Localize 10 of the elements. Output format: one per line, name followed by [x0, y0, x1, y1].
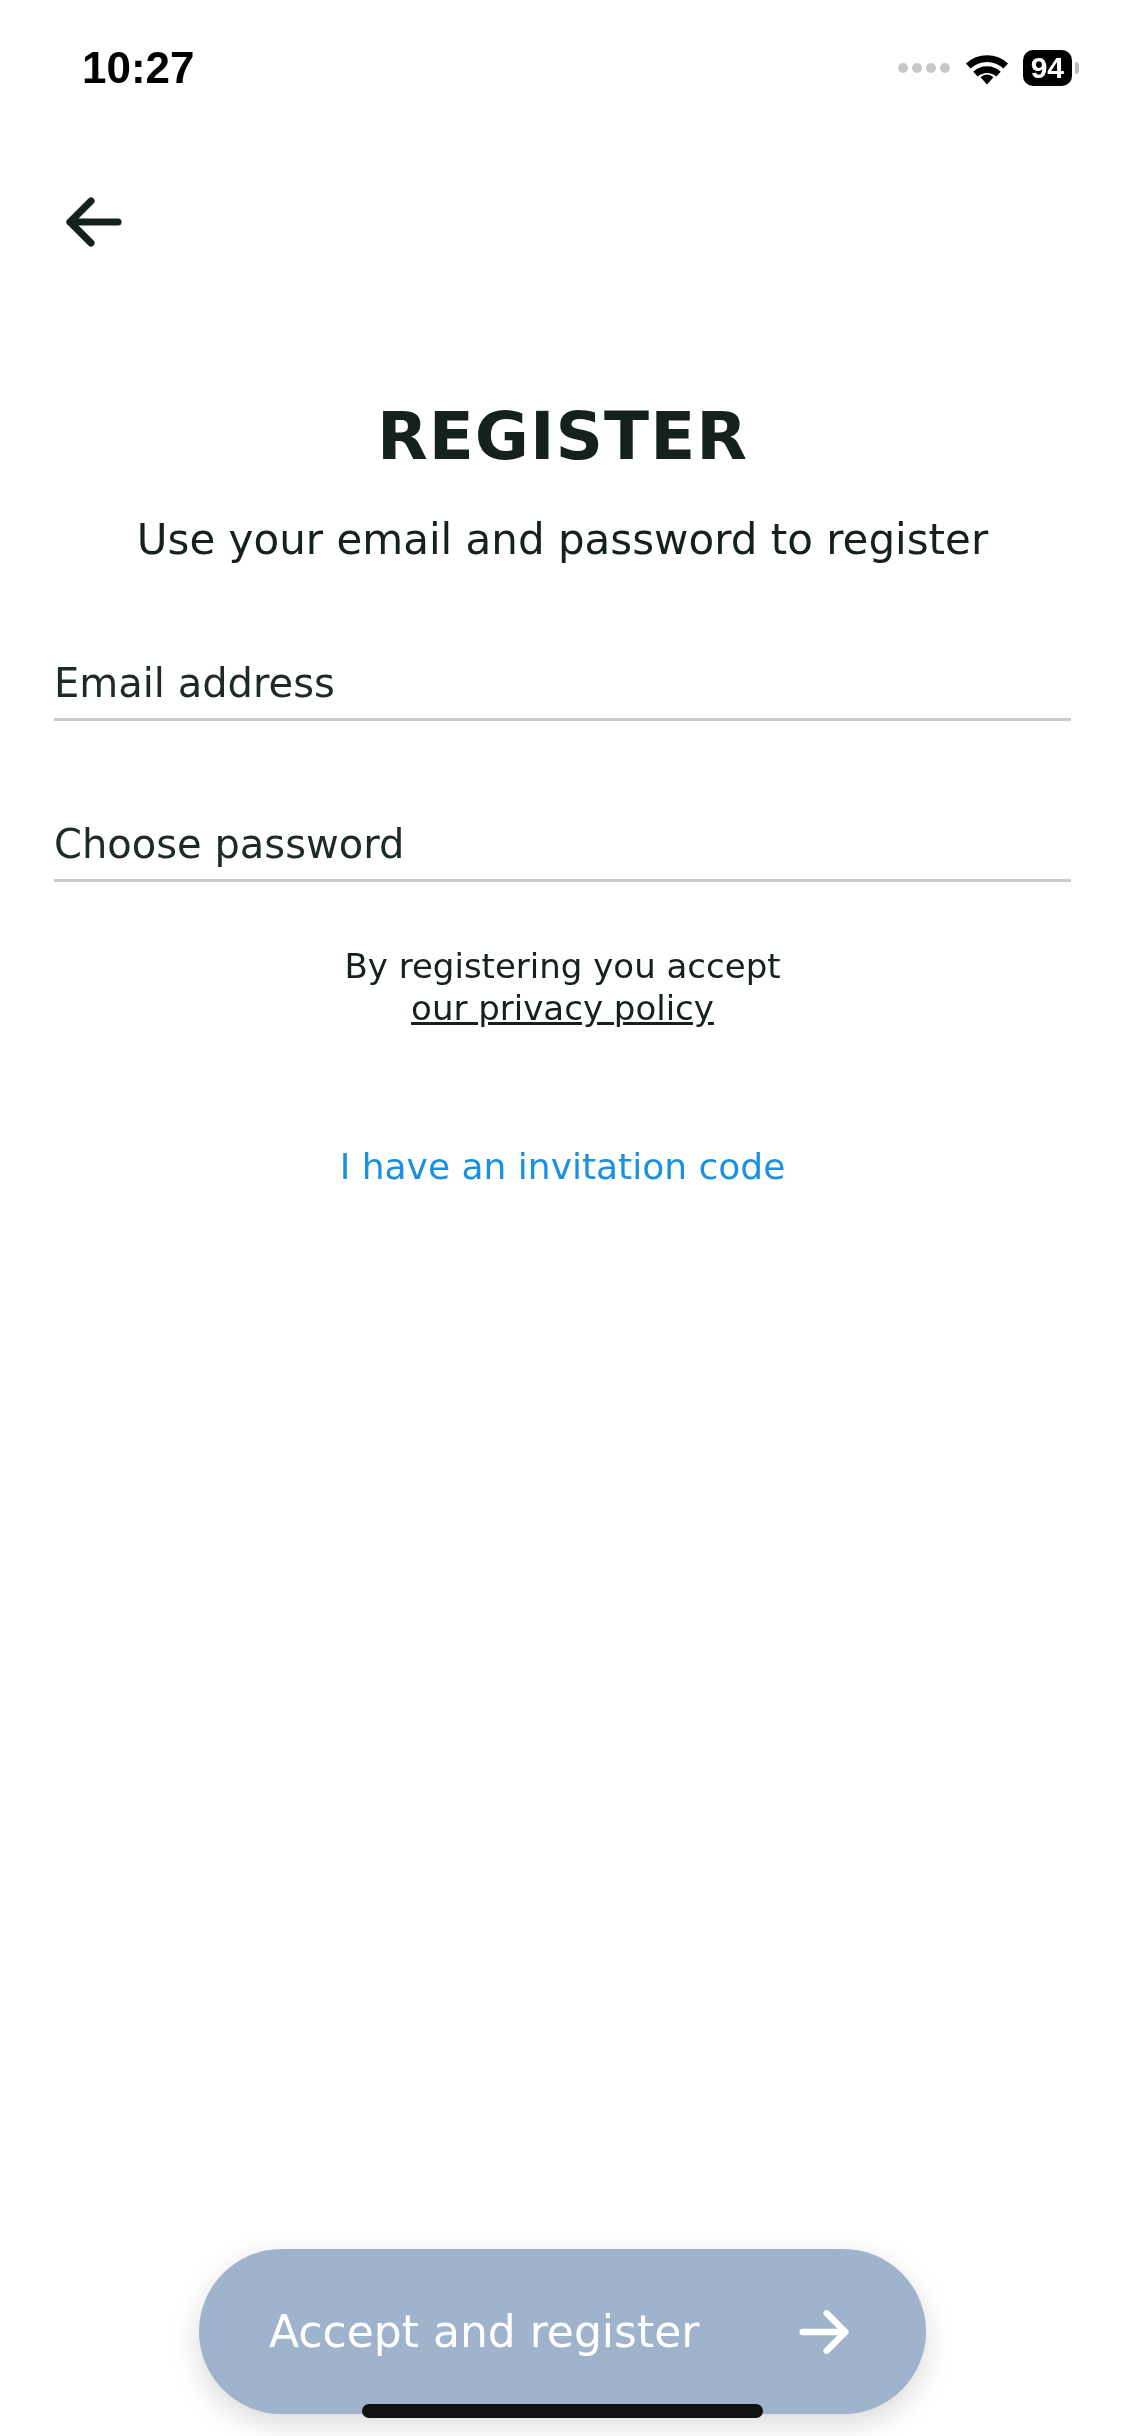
input-field[interactable]: Choose password [54, 821, 1071, 882]
page-title: REGISTER [375, 398, 750, 475]
battery-level: 94 [1022, 50, 1072, 86]
privacy-policy-link[interactable]: our privacy policy [411, 988, 714, 1028]
invitation-code-link[interactable]: I have an invitation code [339, 1146, 786, 1187]
consent-text: By registering you accept [344, 946, 781, 986]
status-time: 10:27 [82, 43, 195, 93]
page-subtitle: Use your email and password to register [135, 515, 990, 564]
signal-icon [896, 62, 951, 74]
input-field[interactable]: Email address [54, 660, 1071, 721]
